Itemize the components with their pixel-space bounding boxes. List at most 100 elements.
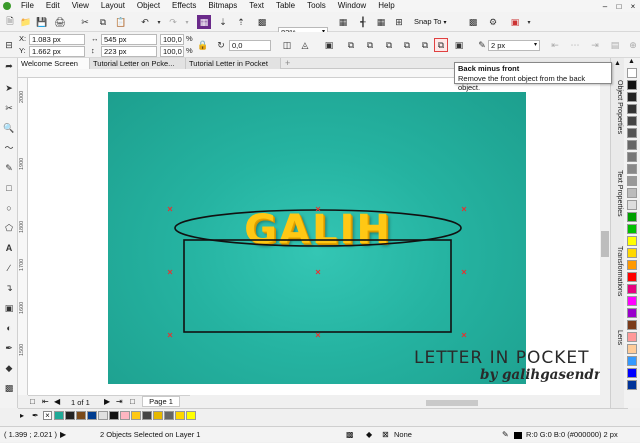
undo-dropdown-icon[interactable]: ▾: [152, 15, 166, 29]
copy-icon[interactable]: ⧉: [96, 15, 110, 29]
first-page-icon[interactable]: ⇤: [42, 397, 49, 406]
combine-icon[interactable]: ▣: [322, 38, 336, 52]
drop-shadow-tool-icon[interactable]: ▣: [3, 302, 15, 314]
handle-middle-left[interactable]: [167, 269, 173, 275]
lock-ratio-icon[interactable]: 🔒: [196, 38, 210, 52]
zoom-tool-icon[interactable]: 🔍: [3, 122, 15, 134]
x-position-field[interactable]: 1.083 px: [29, 34, 85, 45]
show-rulers-icon[interactable]: ╉: [356, 15, 370, 29]
interactive-fill-tool-icon[interactable]: ◆: [3, 362, 15, 374]
arrow-end-icon[interactable]: ⇥: [588, 38, 602, 52]
vertical-scroll-thumb[interactable]: [601, 231, 609, 257]
palette-color-swatch[interactable]: [627, 332, 637, 342]
outline-width-select[interactable]: 2 px ▾: [488, 40, 540, 51]
text-tool-icon[interactable]: A: [3, 242, 15, 254]
menu-view[interactable]: View: [66, 0, 95, 12]
rotation-field[interactable]: 0,0: [229, 40, 271, 51]
palette-color-swatch[interactable]: [627, 116, 637, 126]
undo-icon[interactable]: ↶: [138, 15, 152, 29]
palette-color-swatch[interactable]: [627, 380, 637, 390]
vertical-scrollbar[interactable]: [600, 78, 610, 395]
mirror-horizontal-icon[interactable]: ◫: [280, 38, 294, 52]
mirror-vertical-icon[interactable]: ◬: [298, 38, 312, 52]
rectangle-tool-icon[interactable]: □: [3, 182, 15, 194]
show-guidelines-icon[interactable]: ⊞: [392, 15, 406, 29]
trim-icon[interactable]: ⧉: [363, 38, 377, 52]
horizontal-scroll-thumb[interactable]: [426, 400, 478, 406]
object-origin-icon[interactable]: ⊟: [2, 38, 16, 52]
docker-tab-transformations[interactable]: Transformations: [616, 246, 623, 296]
launch-chevron-down-icon[interactable]: ▾: [522, 15, 536, 29]
arrow-start-icon[interactable]: ⇤: [548, 38, 562, 52]
palette-color-swatch[interactable]: [627, 68, 637, 78]
publish-pdf-icon[interactable]: ▩: [255, 15, 269, 29]
close-icon[interactable]: ×: [626, 2, 640, 11]
page-tab[interactable]: Page 1: [142, 396, 180, 407]
document-color-swatch[interactable]: [131, 411, 141, 420]
palette-color-swatch[interactable]: [627, 200, 637, 210]
palette-color-swatch[interactable]: [627, 248, 637, 258]
docker-tab-object-properties[interactable]: Object Properties: [616, 80, 623, 134]
menu-table[interactable]: Table: [270, 0, 301, 12]
line-style-icon[interactable]: ⋯: [568, 38, 582, 52]
palette-color-swatch[interactable]: [627, 320, 637, 330]
docker-scroll-up-icon[interactable]: ▲: [614, 60, 621, 67]
no-color-swatch[interactable]: ×: [43, 411, 52, 420]
weld-icon[interactable]: ⧉: [344, 38, 358, 52]
status-play-icon[interactable]: ▶: [60, 427, 66, 443]
next-page-icon[interactable]: ▶: [104, 397, 110, 406]
document-color-swatch[interactable]: [175, 411, 185, 420]
document-color-swatch[interactable]: [76, 411, 86, 420]
menu-help[interactable]: Help: [372, 0, 400, 12]
handle-bottom-center[interactable]: [315, 332, 321, 338]
save-icon[interactable]: 💾: [35, 15, 49, 29]
menu-object[interactable]: Object: [131, 0, 166, 12]
simplify-icon[interactable]: ⧉: [400, 38, 414, 52]
search-content-icon[interactable]: ▦: [197, 15, 211, 29]
palette-color-swatch[interactable]: [627, 152, 637, 162]
ellipse-tool-icon[interactable]: ○: [3, 202, 15, 214]
print-icon[interactable]: 🖨: [53, 15, 67, 29]
tab-welcome-screen[interactable]: Welcome Screen: [18, 58, 90, 69]
redo-icon[interactable]: ↷: [166, 15, 180, 29]
palette-color-swatch[interactable]: [627, 236, 637, 246]
height-field[interactable]: 223 px: [101, 46, 157, 57]
palette-color-swatch[interactable]: [627, 140, 637, 150]
smart-fill-tool-icon[interactable]: ▩: [3, 382, 15, 394]
document-color-swatch[interactable]: [109, 411, 119, 420]
create-boundary-icon[interactable]: ▣: [452, 38, 466, 52]
polygon-tool-icon[interactable]: ⬠: [3, 222, 15, 234]
menu-window[interactable]: Window: [332, 0, 372, 12]
docker-tab-text-properties[interactable]: Text Properties: [616, 170, 623, 217]
handle-center[interactable]: [315, 269, 321, 275]
drawing-workspace[interactable]: GALIH LETTER IN POCKET by galihgasendra: [28, 78, 610, 395]
scale-height-field[interactable]: 100,0: [160, 46, 184, 57]
eyedropper-icon[interactable]: ✒: [32, 411, 39, 420]
palette-color-swatch[interactable]: [627, 356, 637, 366]
menu-edit[interactable]: Edit: [40, 0, 66, 12]
palette-color-swatch[interactable]: [627, 104, 637, 114]
palette-color-swatch[interactable]: [627, 128, 637, 138]
front-minus-back-icon[interactable]: ⧉: [418, 38, 432, 52]
palette-color-swatch[interactable]: [627, 188, 637, 198]
document-color-swatch[interactable]: [65, 411, 75, 420]
welcome-screen-icon[interactable]: ▩: [466, 15, 480, 29]
paste-icon[interactable]: 📋: [114, 15, 128, 29]
horizontal-scrollbar[interactable]: [190, 398, 610, 408]
restore-icon[interactable]: □: [612, 2, 626, 11]
last-page-icon[interactable]: ⇥: [116, 397, 123, 406]
text-wrap-icon[interactable]: ▤: [608, 38, 622, 52]
palette-color-swatch[interactable]: [627, 260, 637, 270]
connector-tool-icon[interactable]: ↴: [3, 282, 15, 294]
menu-layout[interactable]: Layout: [95, 0, 131, 12]
selection-handles[interactable]: [167, 206, 467, 338]
menu-bitmaps[interactable]: Bitmaps: [202, 0, 243, 12]
full-screen-preview-icon[interactable]: ▦: [336, 15, 350, 29]
palette-scroll-up-icon[interactable]: ▲: [628, 58, 635, 65]
back-minus-front-button[interactable]: ⧉: [434, 38, 448, 52]
pick-tool-icon[interactable]: ➦: [3, 60, 15, 72]
palette-color-swatch[interactable]: [627, 176, 637, 186]
palette-color-swatch[interactable]: [627, 308, 637, 318]
palette-color-swatch[interactable]: [627, 284, 637, 294]
handle-bottom-left[interactable]: [167, 332, 173, 338]
